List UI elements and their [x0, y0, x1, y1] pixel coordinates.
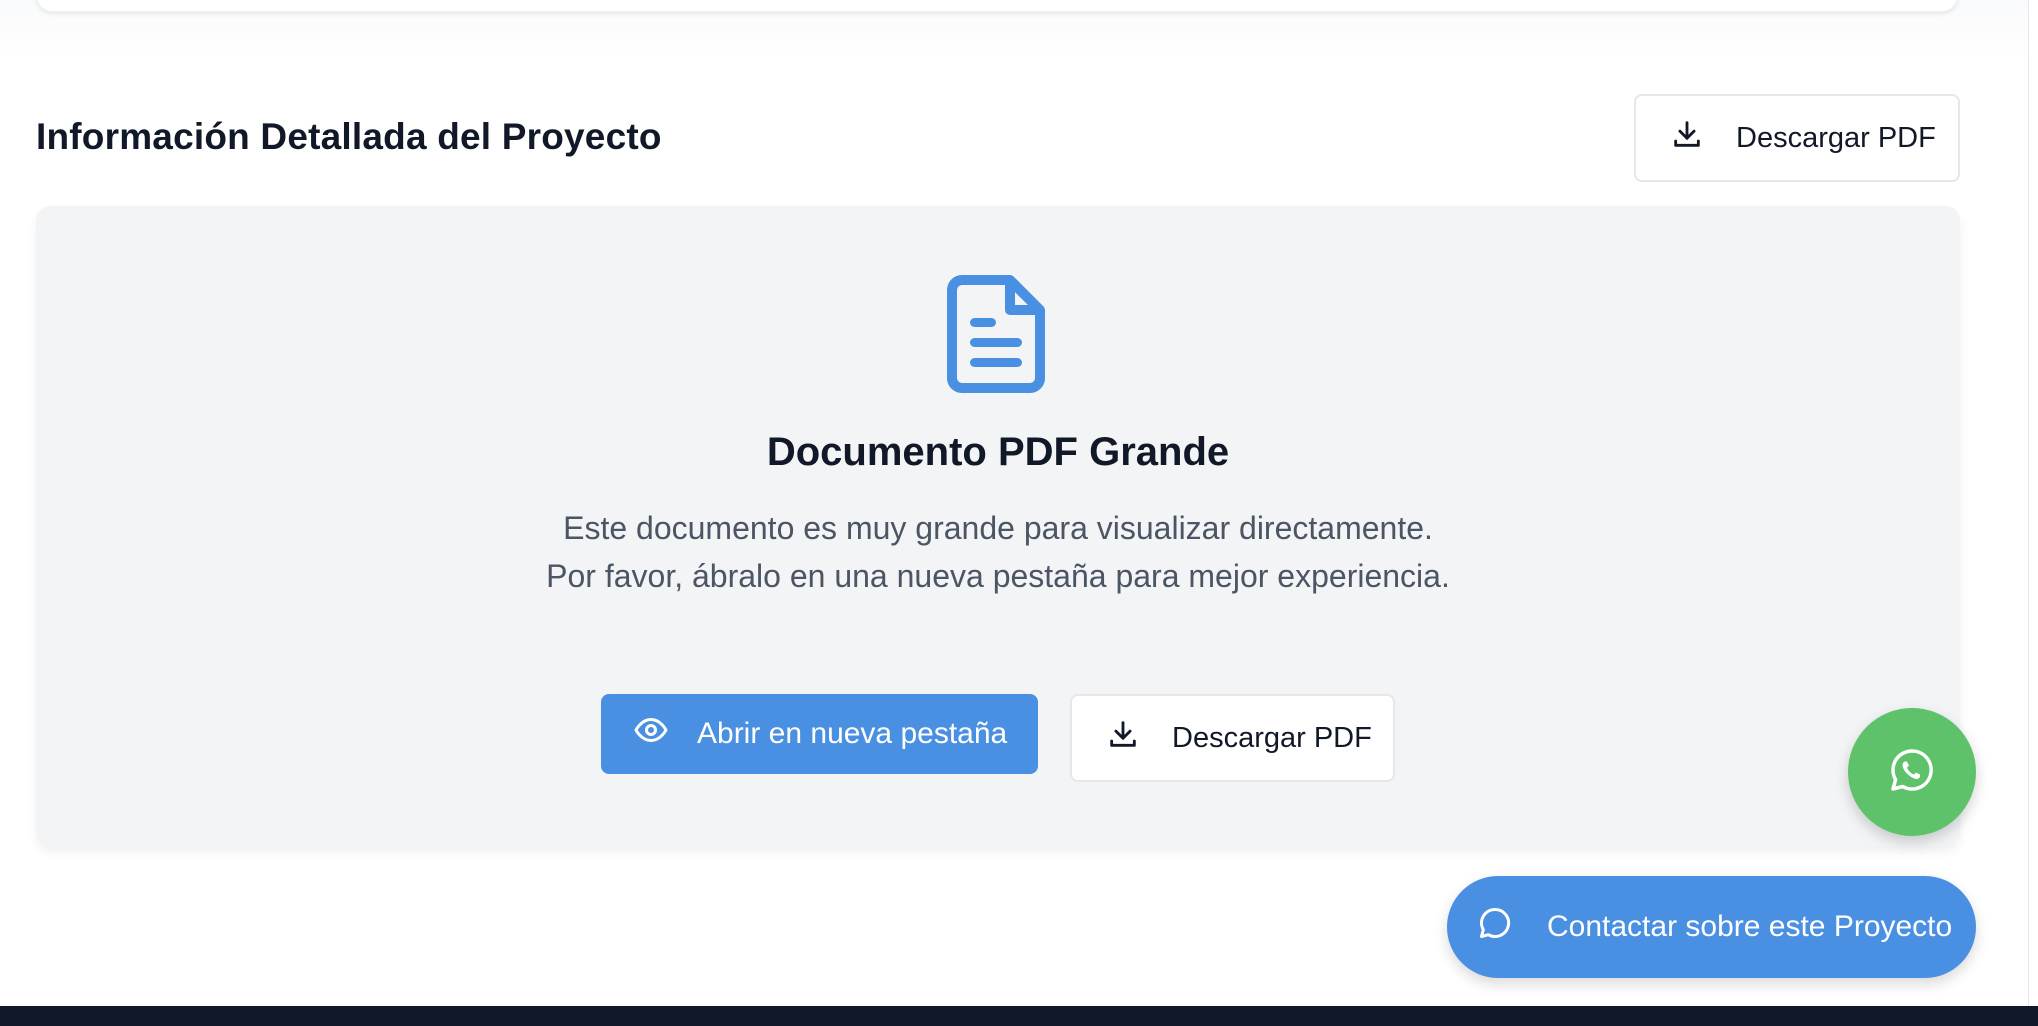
header-download-label: Descargar PDF [1736, 121, 1936, 154]
download-icon [1106, 717, 1140, 759]
contact-project-label: Contactar sobre este Proyecto [1547, 910, 1953, 943]
chat-bubble-icon [1477, 905, 1513, 949]
open-new-tab-button[interactable]: Abrir en nueva pestaña [601, 694, 1038, 774]
eye-icon [633, 712, 669, 756]
whatsapp-icon [1888, 746, 1936, 799]
page: Información Detallada del Proyecto Desca… [0, 0, 2038, 1026]
panel-download-pdf-button[interactable]: Descargar PDF [1070, 694, 1395, 782]
contact-project-button[interactable]: Contactar sobre este Proyecto [1447, 876, 1976, 978]
scrollbar-track[interactable] [2028, 0, 2038, 1006]
pdf-notice-title: Documento PDF Grande [766, 430, 1230, 474]
document-icon [946, 274, 1046, 394]
section-title: Información Detallada del Proyecto [36, 116, 662, 157]
panel-download-label: Descargar PDF [1172, 721, 1372, 754]
previous-card [36, 0, 1958, 12]
open-new-tab-label: Abrir en nueva pestaña [697, 717, 1008, 750]
header-download-pdf-button[interactable]: Descargar PDF [1634, 94, 1960, 182]
pdf-notice-description: Este documento es muy grande para visual… [546, 510, 1450, 594]
whatsapp-button[interactable] [1848, 708, 1976, 836]
footer-bar [0, 1006, 2038, 1026]
download-icon [1670, 117, 1704, 159]
